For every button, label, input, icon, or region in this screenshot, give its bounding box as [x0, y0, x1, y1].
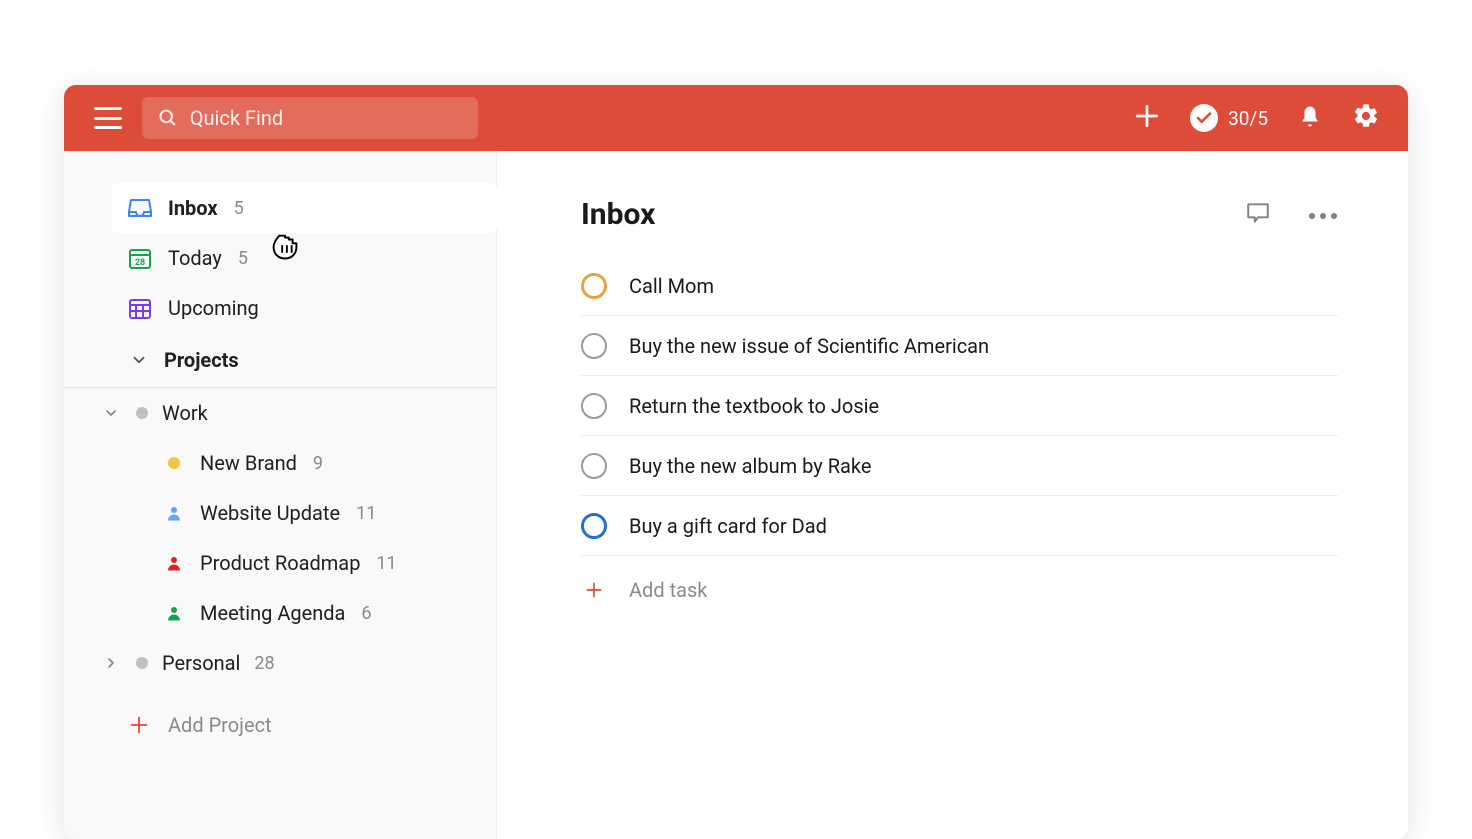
project-label: Product Roadmap — [200, 551, 360, 575]
plus-icon — [581, 577, 607, 603]
menu-icon[interactable] — [94, 107, 122, 129]
productivity-button[interactable]: 30/5 — [1190, 104, 1268, 132]
task-title: Return the textbook to Josie — [629, 394, 879, 418]
project-count: 11 — [356, 503, 376, 524]
task-title: Buy the new issue of Scientific American — [629, 334, 989, 358]
sidebar-item-count: 5 — [238, 248, 248, 269]
task-row[interactable]: Return the textbook to Josie — [581, 376, 1338, 436]
search-box[interactable] — [142, 97, 478, 139]
person-icon — [164, 603, 184, 623]
project-count: 9 — [313, 453, 323, 474]
plus-icon — [128, 714, 150, 736]
add-project-label: Add Project — [168, 713, 272, 737]
sidebar-item-upcoming[interactable]: Upcoming — [112, 283, 497, 333]
quick-add-button[interactable] — [1134, 103, 1160, 133]
project-label: Meeting Agenda — [200, 601, 345, 625]
app-window: 30/5 — [64, 85, 1408, 839]
task-row[interactable]: Buy the new issue of Scientific American — [581, 316, 1338, 376]
calendar-today-icon: 28 — [128, 246, 152, 270]
person-icon — [164, 553, 184, 573]
body: Inbox 5 28 Today 5 — [64, 151, 1408, 839]
chevron-down-icon — [130, 351, 148, 369]
main-content: Inbox — [497, 151, 1408, 839]
main-header: Inbox — [581, 197, 1338, 232]
karma-count: 30/5 — [1228, 107, 1268, 130]
task-checkbox[interactable] — [581, 273, 607, 299]
calendar-upcoming-icon — [128, 296, 152, 320]
page-title: Inbox — [581, 197, 1244, 232]
task-checkbox[interactable] — [581, 453, 607, 479]
project-item-meeting-agenda[interactable]: Meeting Agenda 6 — [112, 588, 496, 638]
sidebar-item-label: Upcoming — [168, 296, 259, 320]
add-task-button[interactable]: Add task — [581, 560, 1338, 620]
projects-header-label: Projects — [164, 348, 239, 372]
task-row[interactable]: Buy the new album by Rake — [581, 436, 1338, 496]
task-checkbox[interactable] — [581, 393, 607, 419]
chevron-right-icon — [103, 655, 119, 671]
task-checkbox[interactable] — [581, 333, 607, 359]
sidebar-item-label: Inbox — [168, 196, 218, 220]
project-color-dot — [136, 407, 148, 419]
project-group-personal[interactable]: Personal 28 — [100, 638, 496, 688]
search-input[interactable] — [190, 106, 462, 130]
project-item-product-roadmap[interactable]: Product Roadmap 11 — [112, 538, 496, 588]
inbox-icon — [128, 196, 152, 220]
projects-header[interactable]: Projects — [112, 333, 497, 387]
check-circle-icon — [1190, 104, 1218, 132]
person-icon — [164, 503, 184, 523]
top-bar: 30/5 — [64, 85, 1408, 151]
sidebar-item-label: Today — [168, 246, 222, 270]
project-label: Website Update — [200, 501, 340, 525]
add-project-button[interactable]: Add Project — [112, 700, 496, 750]
project-group-work[interactable]: Work — [100, 388, 496, 438]
search-icon — [158, 107, 178, 129]
task-title: Call Mom — [629, 274, 714, 298]
task-checkbox[interactable] — [581, 513, 607, 539]
more-options-icon[interactable] — [1308, 205, 1338, 224]
sidebar: Inbox 5 28 Today 5 — [64, 151, 497, 839]
sidebar-item-count: 5 — [234, 198, 244, 219]
project-color-dot — [136, 657, 148, 669]
task-row[interactable]: Call Mom — [581, 256, 1338, 316]
comments-icon[interactable] — [1244, 200, 1272, 230]
notifications-icon[interactable] — [1298, 103, 1322, 134]
project-label: Work — [162, 401, 208, 425]
settings-icon[interactable] — [1352, 102, 1380, 134]
add-task-label: Add task — [629, 578, 707, 602]
project-item-website-update[interactable]: Website Update 11 — [112, 488, 496, 538]
task-title: Buy the new album by Rake — [629, 454, 871, 478]
project-color-dot — [164, 453, 184, 473]
chevron-down-icon — [103, 405, 119, 421]
task-row[interactable]: Buy a gift card for Dad — [581, 496, 1338, 556]
sidebar-item-inbox[interactable]: Inbox 5 — [112, 183, 497, 233]
sidebar-item-today[interactable]: 28 Today 5 — [112, 233, 497, 283]
task-title: Buy a gift card for Dad — [629, 514, 827, 538]
project-count: 6 — [361, 603, 371, 624]
project-count: 11 — [376, 553, 396, 574]
project-label: Personal — [162, 651, 240, 675]
svg-text:28: 28 — [135, 258, 145, 268]
top-right-actions: 30/5 — [1134, 102, 1380, 134]
project-item-new-brand[interactable]: New Brand 9 — [112, 438, 496, 488]
project-count: 28 — [254, 653, 274, 674]
project-label: New Brand — [200, 451, 297, 475]
